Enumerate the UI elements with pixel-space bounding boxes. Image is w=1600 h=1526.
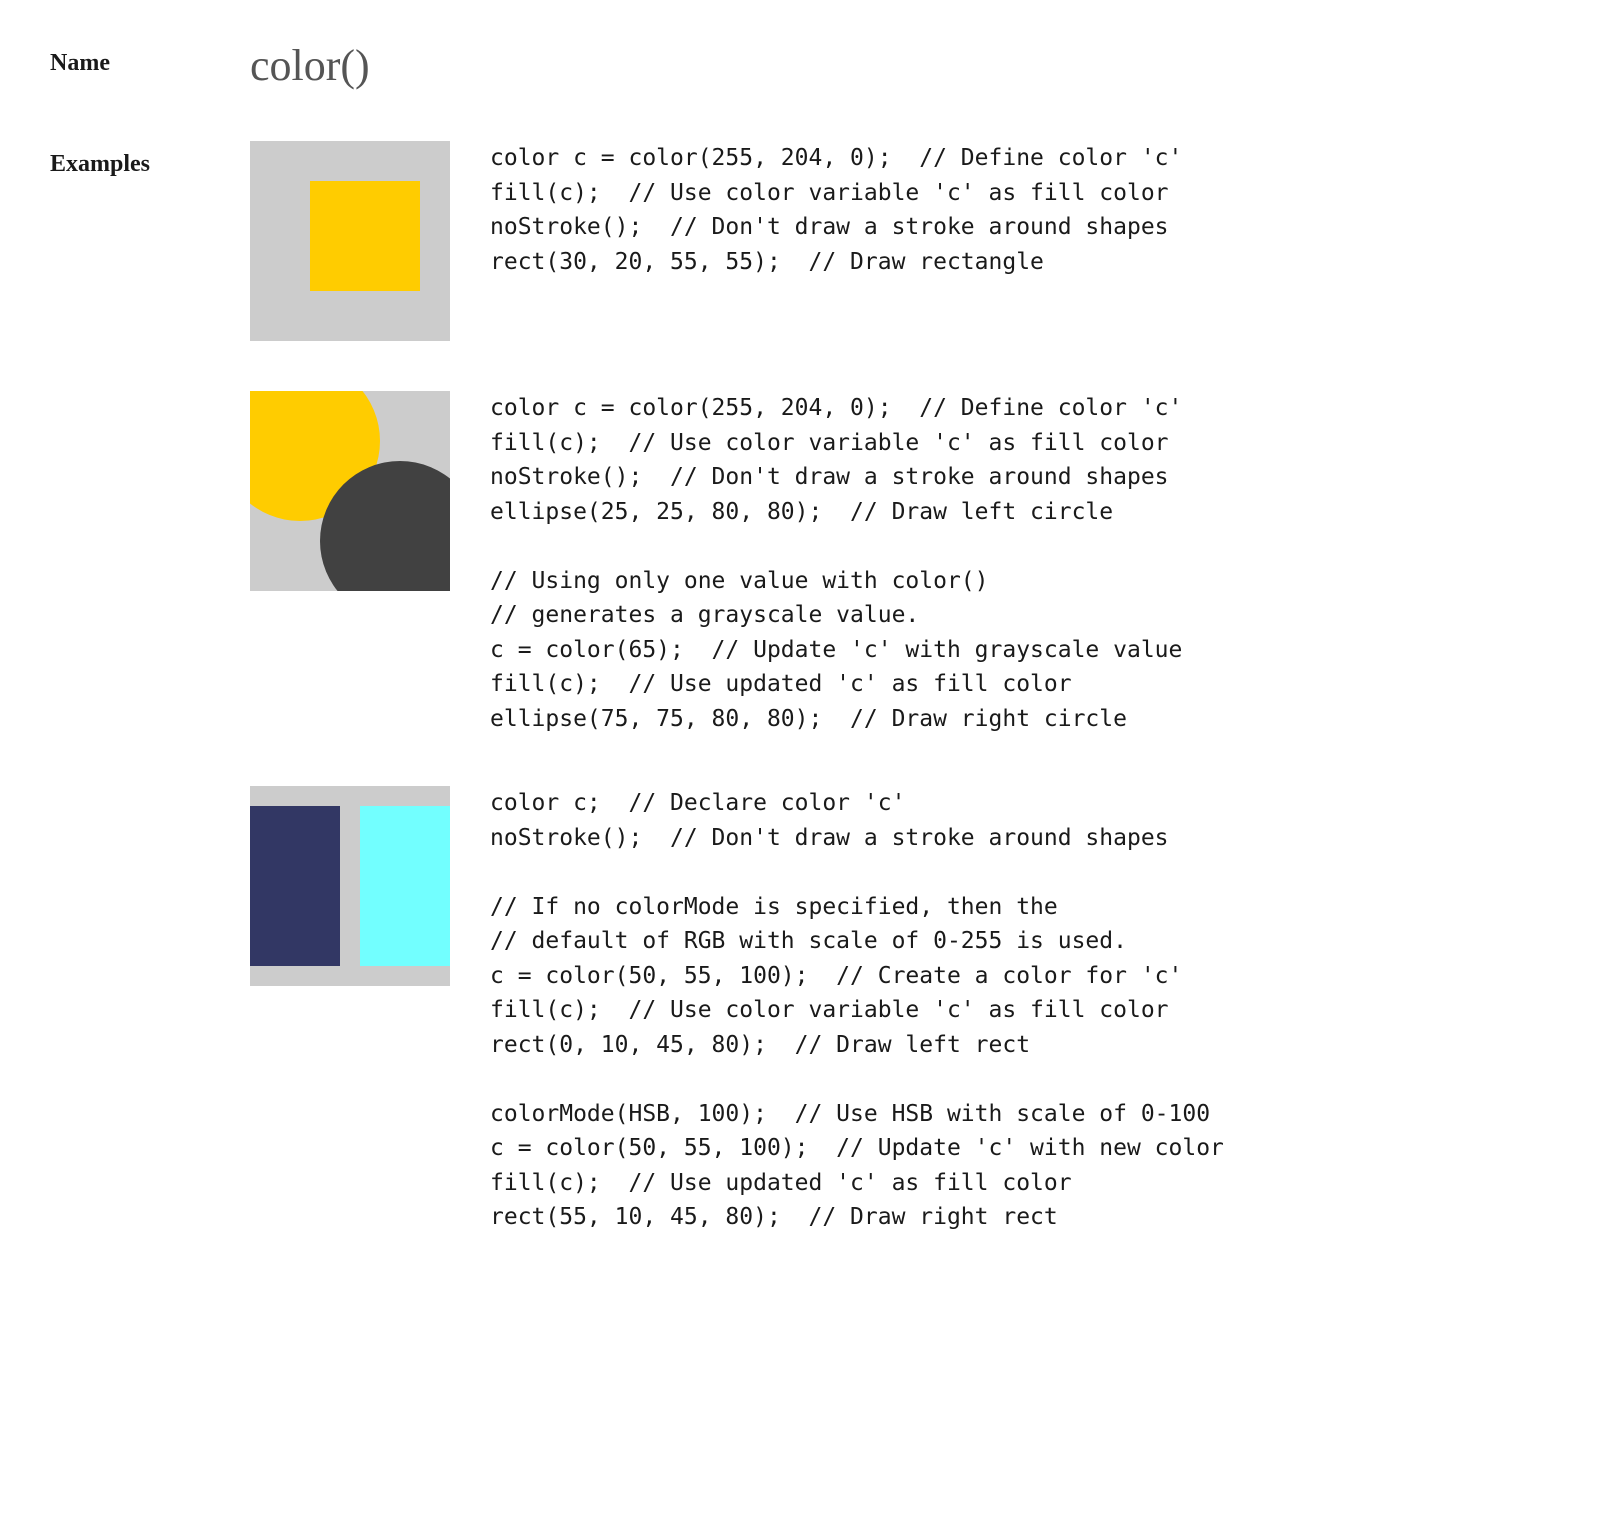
example-3-svg	[250, 786, 450, 986]
example-1-code: color c = color(255, 204, 0); // Define …	[490, 141, 1182, 279]
name-row: Name color()	[50, 40, 1550, 91]
navy-rect	[250, 806, 340, 966]
cyan-rect	[360, 806, 450, 966]
example-2-svg	[250, 391, 450, 591]
name-content: color()	[250, 40, 1550, 91]
example-2: color c = color(255, 204, 0); // Define …	[250, 391, 1550, 736]
examples-row: Examples color c = color(255, 204, 0); /…	[50, 141, 1550, 1235]
yellow-rect	[310, 181, 420, 291]
example-2-code: color c = color(255, 204, 0); // Define …	[490, 391, 1182, 736]
example-1-sketch	[250, 141, 450, 341]
name-label: Name	[50, 40, 250, 77]
example-1-svg	[250, 141, 450, 341]
example-3-code: color c; // Declare color 'c' noStroke()…	[490, 786, 1224, 1235]
examples-content: color c = color(255, 204, 0); // Define …	[250, 141, 1550, 1235]
example-1: color c = color(255, 204, 0); // Define …	[250, 141, 1550, 341]
example-3: color c; // Declare color 'c' noStroke()…	[250, 786, 1550, 1235]
example-3-sketch	[250, 786, 450, 986]
example-2-sketch	[250, 391, 450, 591]
examples-label: Examples	[50, 141, 250, 178]
page-title: color()	[250, 41, 370, 90]
